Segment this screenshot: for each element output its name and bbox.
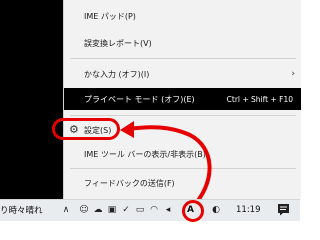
menu-item-ime-pad[interactable]: IME パッド(P) — [64, 5, 301, 27]
menu-separator — [70, 58, 296, 59]
ime-context-menu: IME パッド(P) 誤変換レポート(V) かな入力 (オフ)(I) › プライ… — [63, 0, 301, 199]
menu-item-label: IME パッド(P) — [84, 11, 136, 21]
background-window — [0, 0, 63, 199]
app-icon[interactable]: ▣ — [106, 204, 118, 216]
menu-item-conversion-report[interactable]: 誤変換レポート(V) — [64, 32, 301, 54]
menu-item-label: IME ツール バーの表示/非表示(B) — [84, 149, 206, 159]
menu-item-label: プライベート モード (オフ)(E) — [84, 94, 195, 104]
menu-separator — [70, 115, 296, 116]
desktop: IME パッド(P) 誤変換レポート(V) かな入力 (オフ)(I) › プライ… — [0, 0, 301, 222]
menu-item-shortcut: Ctrl + Shift + F10 — [226, 94, 293, 104]
people-icon[interactable]: ☺ — [78, 204, 90, 216]
menu-item-send-feedback[interactable]: フィードバックの送信(F) — [64, 172, 301, 194]
taskbar: り時々晴れ ∧ ☺ ☁ ▣ ✓ ▭ ◠ ◂ A ◐ 11:19 — [0, 199, 300, 222]
chevron-right-icon: › — [291, 69, 295, 79]
menu-item-label: かな入力 (オフ)(I) — [84, 69, 150, 79]
wifi-icon[interactable]: ◠ — [148, 204, 160, 216]
notification-icon[interactable] — [277, 203, 290, 216]
annotation-circle-ime — [182, 200, 204, 222]
annotation-highlight-settings — [52, 118, 120, 140]
security-icon[interactable]: ✓ — [120, 204, 132, 216]
network-icon[interactable]: ▭ — [134, 204, 146, 216]
menu-item-label: 誤変換レポート(V) — [84, 38, 152, 48]
menu-item-toggle-toolbar[interactable]: IME ツール バーの表示/非表示(B) — [64, 143, 301, 165]
menu-item-label: フィードバックの送信(F) — [84, 178, 175, 188]
menu-item-kana-input[interactable]: かな入力 (オフ)(I) › — [64, 63, 301, 85]
menu-item-private-mode[interactable]: プライベート モード (オフ)(E) Ctrl + Shift + F10 — [64, 88, 301, 110]
chevron-up-icon[interactable]: ∧ — [60, 204, 72, 216]
ime-icon[interactable]: ◐ — [210, 204, 222, 216]
menu-separator — [70, 168, 296, 169]
weather-text[interactable]: り時々晴れ — [0, 204, 43, 216]
speaker-icon[interactable]: ◂ — [162, 204, 174, 216]
cloud-icon[interactable]: ☁ — [92, 204, 104, 216]
clock[interactable]: 11:19 — [236, 205, 261, 215]
